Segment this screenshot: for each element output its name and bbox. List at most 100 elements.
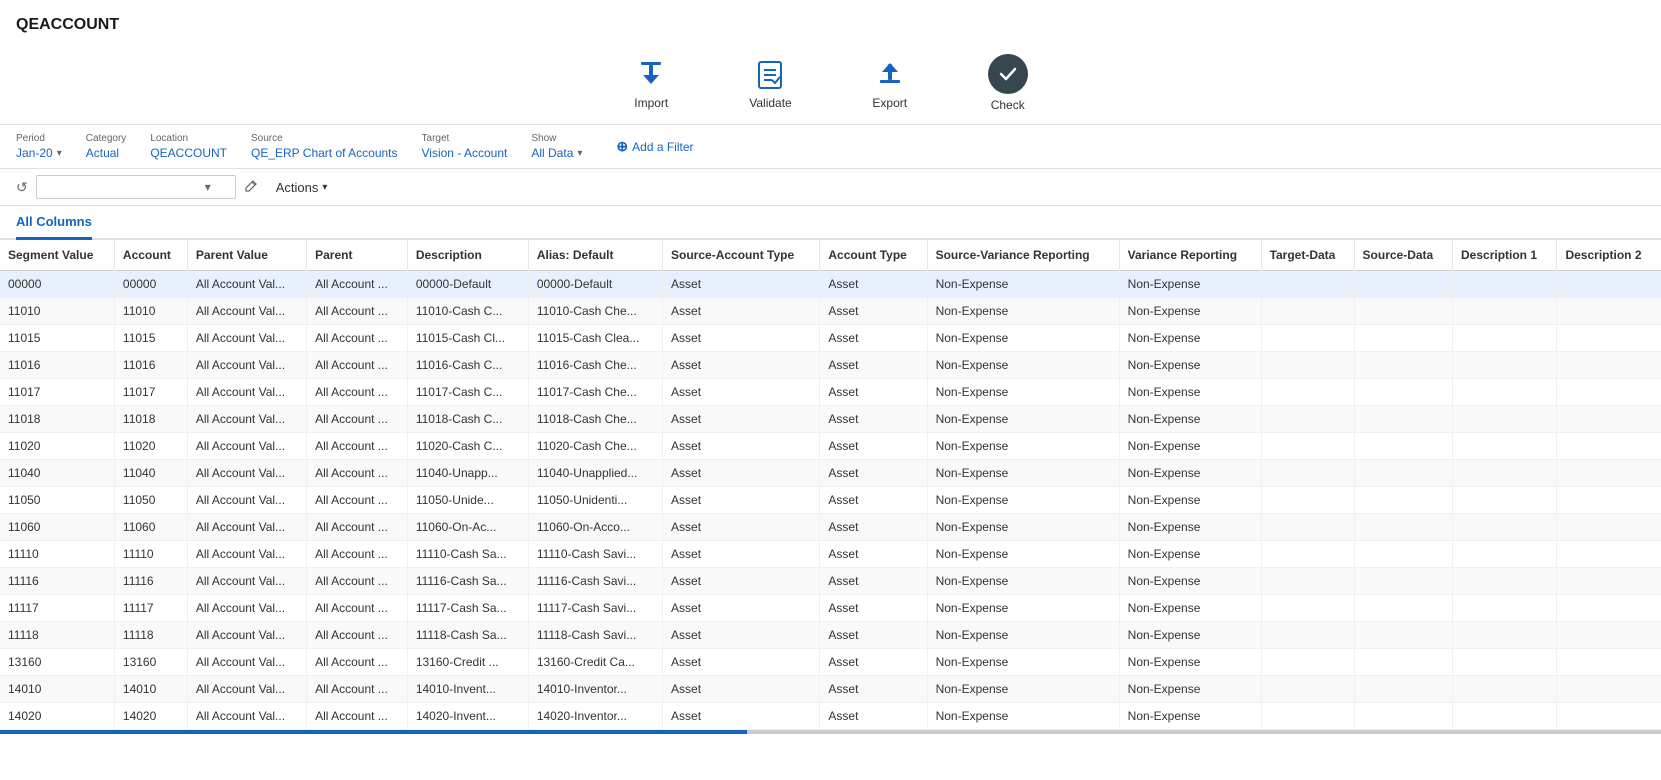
table-cell[interactable]: Asset [820, 487, 927, 514]
table-cell[interactable] [1557, 703, 1661, 730]
table-cell[interactable]: Asset [663, 622, 820, 649]
export-toolbar-item[interactable]: Export [872, 56, 908, 110]
table-cell[interactable]: 13160-Credit Ca... [528, 649, 662, 676]
table-cell[interactable]: All Account ... [307, 406, 408, 433]
col-description2[interactable]: Description 2 [1557, 240, 1661, 271]
table-cell[interactable]: 11116-Cash Sa... [407, 568, 528, 595]
table-cell[interactable]: All Account ... [307, 433, 408, 460]
table-cell[interactable]: All Account Val... [187, 298, 306, 325]
table-cell[interactable]: Asset [820, 703, 927, 730]
tab-all-columns[interactable]: All Columns [16, 206, 92, 240]
table-cell[interactable] [1453, 676, 1557, 703]
col-description1[interactable]: Description 1 [1453, 240, 1557, 271]
table-row[interactable]: 1101511015All Account Val...All Account … [0, 325, 1661, 352]
table-cell[interactable]: Non-Expense [927, 325, 1119, 352]
table-cell[interactable] [1453, 298, 1557, 325]
table-cell[interactable]: All Account ... [307, 595, 408, 622]
table-cell[interactable] [1557, 406, 1661, 433]
table-cell[interactable]: Non-Expense [927, 595, 1119, 622]
table-cell[interactable]: 11020-Cash Che... [528, 433, 662, 460]
table-cell[interactable] [1557, 649, 1661, 676]
table-cell[interactable]: 11110-Cash Savi... [528, 541, 662, 568]
table-cell[interactable]: 11117-Cash Sa... [407, 595, 528, 622]
table-cell[interactable]: 11017 [0, 379, 114, 406]
table-cell[interactable] [1261, 487, 1354, 514]
col-segment-value[interactable]: Segment Value [0, 240, 114, 271]
col-account[interactable]: Account [114, 240, 187, 271]
table-cell[interactable] [1453, 649, 1557, 676]
table-cell[interactable]: Asset [820, 406, 927, 433]
table-cell[interactable] [1261, 514, 1354, 541]
table-cell[interactable] [1261, 271, 1354, 298]
edit-button[interactable] [244, 179, 258, 196]
table-cell[interactable] [1557, 325, 1661, 352]
table-cell[interactable] [1354, 325, 1452, 352]
table-cell[interactable] [1453, 541, 1557, 568]
table-cell[interactable]: Asset [820, 622, 927, 649]
table-row[interactable]: 1111611116All Account Val...All Account … [0, 568, 1661, 595]
table-cell[interactable] [1354, 676, 1452, 703]
table-cell[interactable] [1453, 271, 1557, 298]
table-cell[interactable]: 00000 [0, 271, 114, 298]
table-cell[interactable] [1261, 595, 1354, 622]
table-cell[interactable]: Non-Expense [1119, 406, 1261, 433]
table-cell[interactable] [1354, 298, 1452, 325]
col-source-data[interactable]: Source-Data [1354, 240, 1452, 271]
table-cell[interactable]: 11116-Cash Savi... [528, 568, 662, 595]
table-cell[interactable] [1261, 352, 1354, 379]
table-cell[interactable]: 13160 [0, 649, 114, 676]
table-cell[interactable]: All Account ... [307, 649, 408, 676]
table-row[interactable]: 1101011010All Account Val...All Account … [0, 298, 1661, 325]
table-cell[interactable]: 11050 [0, 487, 114, 514]
table-cell[interactable]: 11117-Cash Savi... [528, 595, 662, 622]
table-cell[interactable]: 11016 [0, 352, 114, 379]
table-cell[interactable]: 11018-Cash C... [407, 406, 528, 433]
table-cell[interactable] [1557, 298, 1661, 325]
table-cell[interactable]: 11016 [114, 352, 187, 379]
table-cell[interactable] [1557, 271, 1661, 298]
table-cell[interactable]: Non-Expense [927, 433, 1119, 460]
table-cell[interactable]: Asset [820, 649, 927, 676]
table-cell[interactable]: Asset [663, 406, 820, 433]
table-cell[interactable]: Asset [820, 352, 927, 379]
table-cell[interactable]: 13160-Credit ... [407, 649, 528, 676]
table-cell[interactable]: Non-Expense [1119, 676, 1261, 703]
table-cell[interactable] [1354, 379, 1452, 406]
table-cell[interactable]: Asset [663, 487, 820, 514]
table-cell[interactable]: All Account ... [307, 460, 408, 487]
table-cell[interactable] [1354, 622, 1452, 649]
table-cell[interactable]: 11118-Cash Savi... [528, 622, 662, 649]
table-row[interactable]: 1316013160All Account Val...All Account … [0, 649, 1661, 676]
table-cell[interactable] [1453, 379, 1557, 406]
table-cell[interactable]: Asset [663, 352, 820, 379]
table-cell[interactable]: 11010 [0, 298, 114, 325]
table-cell[interactable] [1354, 433, 1452, 460]
table-cell[interactable]: 11015-Cash Cl... [407, 325, 528, 352]
table-cell[interactable]: Non-Expense [927, 406, 1119, 433]
table-cell[interactable]: All Account Val... [187, 406, 306, 433]
import-toolbar-item[interactable]: Import [633, 56, 669, 110]
table-cell[interactable]: Non-Expense [1119, 568, 1261, 595]
col-variance-reporting[interactable]: Variance Reporting [1119, 240, 1261, 271]
table-cell[interactable] [1354, 541, 1452, 568]
table-cell[interactable]: 00000-Default [528, 271, 662, 298]
table-row[interactable]: 1101611016All Account Val...All Account … [0, 352, 1661, 379]
table-cell[interactable] [1261, 433, 1354, 460]
table-cell[interactable]: 11018 [114, 406, 187, 433]
table-cell[interactable]: Non-Expense [927, 271, 1119, 298]
table-cell[interactable] [1453, 595, 1557, 622]
table-cell[interactable] [1557, 514, 1661, 541]
table-cell[interactable] [1557, 568, 1661, 595]
table-cell[interactable]: All Account ... [307, 622, 408, 649]
table-cell[interactable]: All Account ... [307, 487, 408, 514]
col-account-type[interactable]: Account Type [820, 240, 927, 271]
table-cell[interactable]: 11018-Cash Che... [528, 406, 662, 433]
table-cell[interactable]: All Account ... [307, 298, 408, 325]
table-cell[interactable]: 11118-Cash Sa... [407, 622, 528, 649]
table-cell[interactable]: Asset [663, 541, 820, 568]
table-cell[interactable]: Non-Expense [927, 298, 1119, 325]
table-cell[interactable]: Non-Expense [927, 352, 1119, 379]
table-cell[interactable]: 11050-Unidenti... [528, 487, 662, 514]
table-cell[interactable]: 11117 [114, 595, 187, 622]
table-cell[interactable] [1453, 352, 1557, 379]
